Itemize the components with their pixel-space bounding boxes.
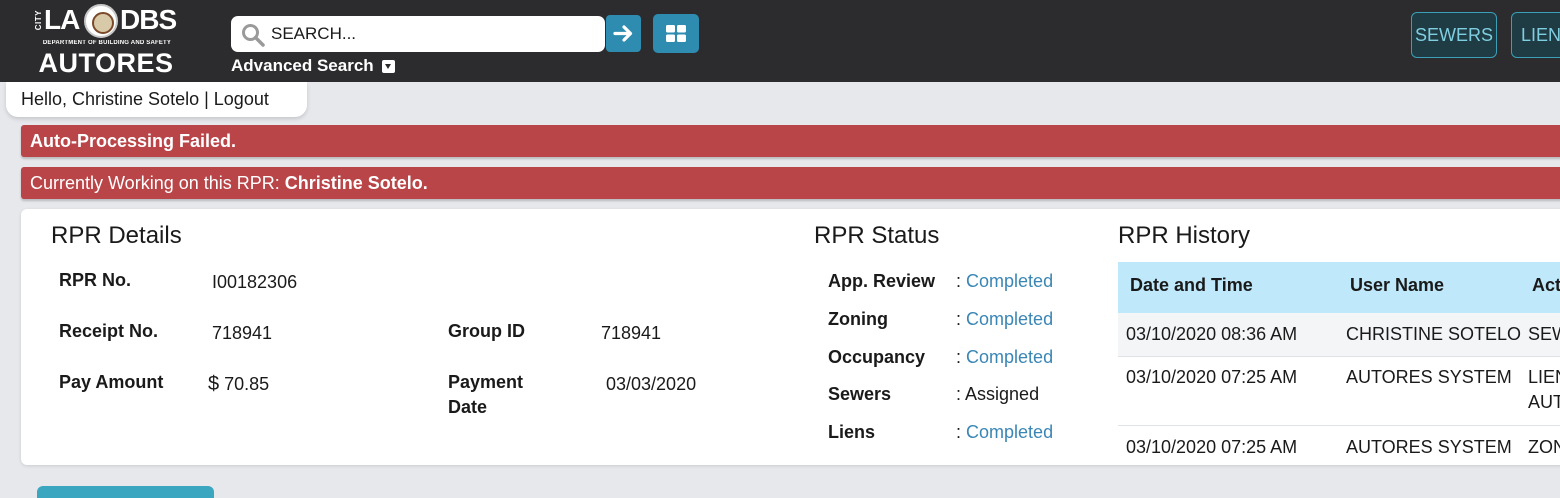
search-box: [231, 16, 605, 52]
logout-link[interactable]: Logout: [214, 89, 269, 109]
logo-subtitle: DEPARTMENT OF BUILDING AND SAFETY: [42, 40, 172, 46]
column-header-date[interactable]: Date and Time: [1130, 275, 1253, 296]
history-action-cell: LIEN AUT: [1528, 365, 1560, 415]
payment-date-value: 03/03/2020: [606, 374, 697, 394]
pay-amount-number: 70.85: [224, 374, 270, 394]
status-row-sewers: : Assigned: [956, 382, 1039, 407]
history-date-cell: 03/10/2020 08:36 AM: [1126, 324, 1298, 344]
app-name: AUTORES: [38, 48, 174, 78]
status-value-liens[interactable]: Completed: [966, 422, 1053, 442]
arrow-right-icon: [613, 25, 633, 42]
status-separator: :: [956, 422, 962, 442]
ladbs-autores-logo[interactable]: CITY LA DBS DEPARTMENT OF BUILDING AND S…: [32, 4, 182, 78]
column-header-action[interactable]: Act: [1532, 275, 1560, 296]
currently-working-alert: Currently Working on this RPR: Christine…: [21, 167, 1560, 199]
rpr-card: RPR Details RPR No. I00182306 Receipt No…: [21, 209, 1560, 465]
status-label-occupancy: Occupancy: [828, 347, 926, 367]
status-label-app-review: App. Review: [828, 271, 936, 291]
history-action-line1: LIEN: [1528, 367, 1560, 387]
logo-top-row: CITY LA DBS: [32, 4, 182, 42]
status-value-app-review[interactable]: Completed: [966, 271, 1053, 291]
logo-dbs-text: DBS: [120, 4, 177, 35]
search-input[interactable]: [271, 16, 597, 52]
status-label-sewers: Sewers: [828, 384, 892, 404]
group-id-label: Group ID: [448, 321, 525, 341]
bottom-action-button[interactable]: [37, 486, 214, 498]
table-row: 03/10/2020 08:36 AM CHRISTINE SOTELO SEW: [1118, 313, 1560, 357]
status-value-occupancy[interactable]: Completed: [966, 347, 1053, 367]
greeting-separator: |: [199, 89, 214, 109]
apps-grid-button[interactable]: [653, 14, 699, 53]
status-label-zoning: Zoning: [828, 309, 888, 329]
status-row-occupancy: : Completed: [956, 345, 1053, 370]
receipt-no-label: Receipt No.: [59, 321, 159, 341]
logo-city-text: CITY: [34, 10, 43, 31]
status-value-sewers: Assigned: [965, 384, 1040, 404]
city-seal-icon: [84, 4, 118, 38]
rpr-status-title: RPR Status: [814, 222, 940, 249]
auto-processing-failed-alert: Auto-Processing Failed.: [21, 125, 1560, 157]
history-table-header: Date and Time User Name Act: [1118, 262, 1560, 313]
rpr-no-value: I00182306: [212, 272, 298, 292]
alert-working-user: Christine Sotelo.: [284, 173, 428, 193]
history-action-cell: SEW: [1528, 324, 1560, 344]
rpr-details-title: RPR Details: [51, 222, 182, 249]
pay-amount-label: Pay Amount: [59, 372, 164, 392]
status-separator: :: [956, 347, 962, 367]
payment-date-label: Payment Date: [448, 370, 523, 420]
advanced-search-toggle[interactable]: Advanced Search: [231, 56, 395, 76]
history-date-cell: 03/10/2020 07:25 AM: [1126, 437, 1298, 457]
chevron-down-icon: [381, 59, 395, 73]
column-header-user[interactable]: User Name: [1350, 275, 1444, 296]
history-user-cell: CHRISTINE SOTELO: [1346, 324, 1522, 344]
history-action-line2: AUT: [1528, 392, 1560, 412]
status-row-liens: : Completed: [956, 420, 1053, 445]
status-label-liens: Liens: [828, 422, 876, 442]
status-separator: :: [956, 384, 962, 404]
status-separator: :: [956, 309, 962, 329]
advanced-search-label: Advanced Search: [231, 56, 374, 75]
receipt-no-value: 718941: [212, 323, 273, 343]
nav-liens-button[interactable]: LIENS: [1511, 12, 1560, 58]
grid-icon: [666, 25, 686, 42]
greeting-text: Hello, Christine Sotelo: [21, 89, 200, 109]
alert-failed-text: Auto-Processing Failed.: [30, 131, 237, 151]
rpr-history-title: RPR History: [1118, 222, 1251, 249]
table-row: 03/10/2020 07:25 AM AUTORES SYSTEM ZON: [1118, 426, 1560, 465]
table-row: 03/10/2020 07:25 AM AUTORES SYSTEM LIEN …: [1118, 357, 1560, 426]
search-icon: [242, 24, 265, 47]
status-value-zoning[interactable]: Completed: [966, 309, 1053, 329]
currency-symbol: $: [208, 373, 220, 395]
nav-sewers-button[interactable]: SEWERS: [1411, 12, 1497, 58]
history-date-cell: 03/10/2020 07:25 AM: [1126, 367, 1298, 387]
status-separator: :: [956, 271, 962, 291]
user-greeting: Hello, Christine Sotelo | Logout: [6, 82, 307, 117]
rpr-no-label: RPR No.: [59, 270, 131, 290]
status-row-zoning: : Completed: [956, 307, 1053, 332]
logo-la-text: LA: [44, 4, 80, 35]
top-navbar: CITY LA DBS DEPARTMENT OF BUILDING AND S…: [0, 0, 1560, 82]
history-action-cell: ZON: [1528, 437, 1560, 457]
history-user-cell: AUTORES SYSTEM: [1346, 367, 1512, 387]
pay-amount-value: $ 70.85: [208, 372, 269, 397]
group-id-value: 718941: [601, 323, 662, 343]
status-row-app-review: : Completed: [956, 269, 1053, 294]
history-user-cell: AUTORES SYSTEM: [1346, 437, 1512, 457]
alert-working-prefix: Currently Working on this RPR:: [30, 173, 285, 193]
payment-date-label-line1: Payment: [448, 372, 524, 392]
payment-date-label-line2: Date: [448, 397, 488, 417]
search-go-button[interactable]: [606, 15, 641, 52]
